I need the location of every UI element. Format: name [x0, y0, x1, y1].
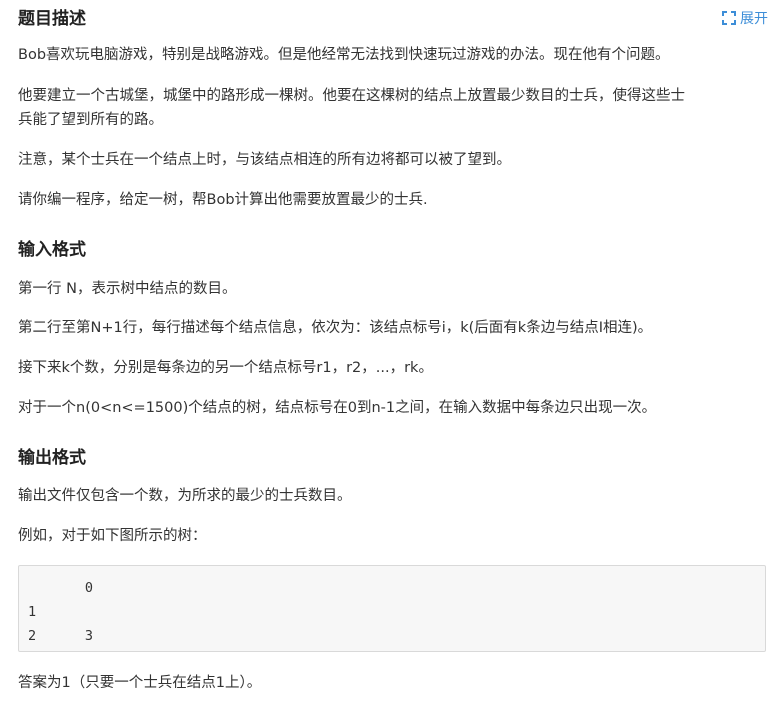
expand-icon — [722, 11, 736, 25]
description-paragraph-3: 注意，某个士兵在一个结点上时，与该结点相连的所有边将都可以被了望到。 — [18, 152, 511, 168]
description-paragraph-2-line-1: 他要建立一个古城堡，城堡中的路形成一棵树。他要在这棵树的结点上放置最少数目的士兵… — [18, 88, 685, 104]
output-format-paragraph-1: 输出文件仅包含一个数，为所求的最少的士兵数目。 — [18, 488, 352, 504]
expand-label: 展开 — [740, 11, 768, 27]
input-format-paragraph-3: 接下来k个数，分别是每条边的另一个结点标号r1，r2，...，rk。 — [18, 360, 433, 376]
input-format-paragraph-1: 第一行 N，表示树中结点的数目。 — [18, 281, 237, 297]
output-format-paragraph-2: 例如，对于如下图所示的树： — [18, 528, 207, 544]
input-format-paragraph-4: 对于一个n(0<n<=1500)个结点的树，结点标号在0到n-1之间，在输入数据… — [18, 400, 657, 416]
input-format-title: 输入格式 — [18, 240, 86, 260]
expand-button[interactable]: 展开 — [722, 8, 768, 28]
example-tree-code-block: 0 1 2 3 — [18, 565, 766, 652]
description-paragraph-4: 请你编一程序，给定一树，帮Bob计算出他需要放置最少的士兵. — [18, 192, 428, 208]
description-paragraph-2-line-2: 兵能了望到所有的路。 — [18, 112, 163, 128]
output-format-title: 输出格式 — [18, 448, 86, 468]
output-format-answer: 答案为1（只要一个士兵在结点1上）。 — [18, 675, 262, 691]
problem-description-title: 题目描述 — [18, 9, 86, 29]
description-paragraph-1: Bob喜欢玩电脑游戏，特别是战略游戏。但是他经常无法找到快速玩过游戏的办法。现在… — [18, 47, 670, 63]
input-format-paragraph-2: 第二行至第N+1行，每行描述每个结点信息，依次为：该结点标号i，k(后面有k条边… — [18, 320, 653, 336]
